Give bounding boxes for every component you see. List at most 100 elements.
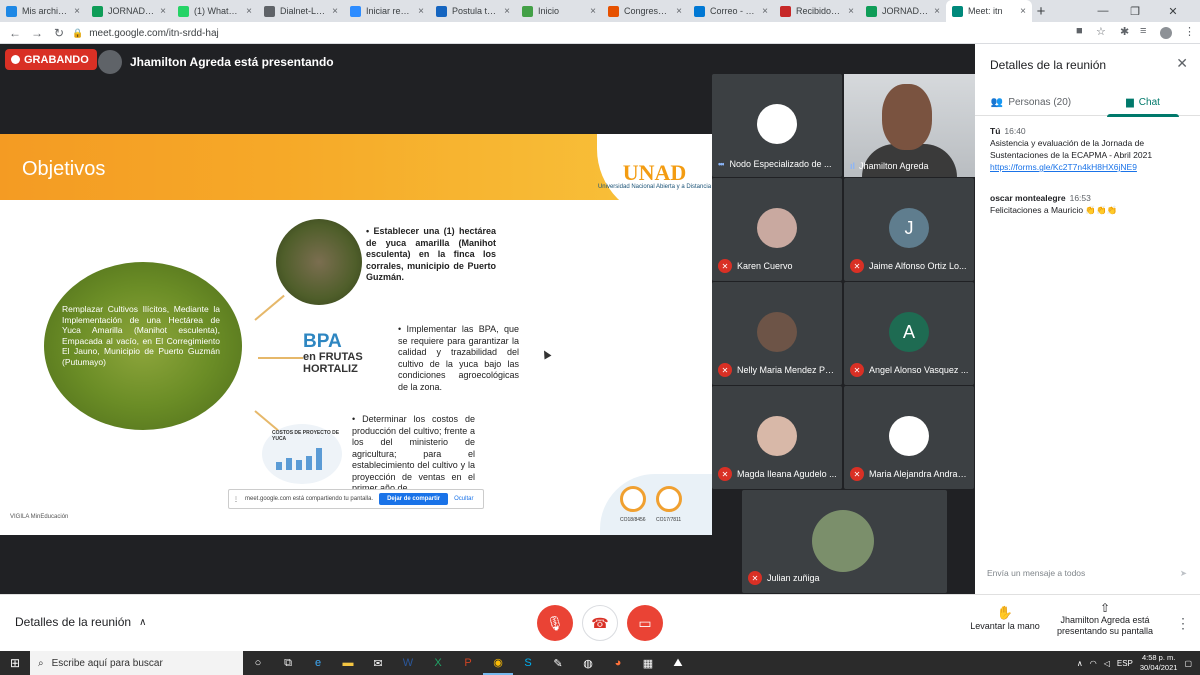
browser-tab[interactable]: Dialnet-LATE × — [258, 0, 344, 22]
browser-tab[interactable]: JORNADA DE × — [860, 0, 946, 22]
task-view-icon[interactable]: ⧉ — [273, 651, 303, 675]
browser-tab[interactable]: Postula tu tra × — [430, 0, 516, 22]
menu-kebab-icon[interactable]: ⋮ — [1184, 25, 1195, 38]
stop-sharing-button[interactable]: Dejar de compartir — [379, 493, 449, 505]
cortana-icon[interactable]: ○ — [243, 651, 273, 675]
new-tab-button[interactable]: + — [1032, 0, 1050, 22]
language-indicator[interactable]: ESP — [1117, 659, 1133, 668]
close-panel-icon[interactable]: ✕ — [1176, 55, 1188, 72]
speaker-icon[interactable]: ◁ — [1104, 659, 1110, 668]
participant-tile[interactable]: ✕ Nelly Maria Mendez Ped... — [712, 282, 842, 385]
browser-tab[interactable]: Recibidos (30 × — [774, 0, 860, 22]
camera-off-button[interactable]: ▭ — [627, 605, 663, 641]
tab-people[interactable]: 👥 Personas (20) — [975, 88, 1087, 116]
hide-notice-button[interactable]: Ocultar — [454, 496, 473, 502]
extensions-icon[interactable]: ✱ — [1120, 25, 1129, 38]
notes-icon[interactable]: ✎ — [543, 651, 573, 675]
mic-muted-icon: ✕ — [850, 363, 864, 377]
connector-line — [258, 357, 303, 359]
forward-icon[interactable]: → — [26, 22, 48, 44]
profile-avatar-icon[interactable] — [1160, 27, 1172, 39]
photos-icon[interactable]: ⛰ — [663, 651, 693, 675]
browser-tab-label: Meet: itn — [968, 6, 1003, 16]
more-options-icon[interactable]: ⋮ — [1176, 615, 1190, 632]
chrome-icon[interactable]: ◉ — [483, 651, 513, 675]
tab-chat[interactable]: ▆ Chat — [1087, 88, 1199, 117]
participant-tile[interactable]: A ✕ Angel Alonso Vasquez ... — [844, 282, 974, 385]
leave-call-button[interactable]: ☎ — [582, 605, 618, 641]
firefox-icon[interactable]: ◕ — [603, 651, 633, 675]
powerpoint-icon[interactable]: P — [453, 651, 483, 675]
presenting-button[interactable]: ⇧ Jhamilton Agreda está presentando su p… — [1048, 602, 1162, 637]
reload-icon[interactable]: ↻ — [48, 22, 70, 44]
bpa-logo: BPA en FRUTAS HORTALIZ — [303, 332, 385, 382]
close-tab-icon[interactable]: × — [160, 6, 166, 17]
address-bar[interactable]: 🔒 meet.google.com/itn-srdd-haj — [72, 25, 1112, 42]
taskbar-search[interactable]: ⌕ Escribe aquí para buscar — [30, 651, 243, 675]
calculator-icon[interactable]: ▦ — [633, 651, 663, 675]
excel-icon[interactable]: X — [423, 651, 453, 675]
close-tab-icon[interactable]: × — [1020, 6, 1026, 17]
participant-tile[interactable]: J ✕ Jaime Alfonso Ortiz Lo... — [844, 178, 974, 281]
close-tab-icon[interactable]: × — [332, 6, 338, 17]
chat-input[interactable]: Envía un mensaje a todos ➤ — [987, 564, 1187, 582]
minimize-button[interactable]: — — [1090, 0, 1116, 22]
participant-tile[interactable]: ✕ Magda Ileana Agudelo ... — [712, 386, 842, 489]
chat-input-placeholder: Envía un mensaje a todos — [987, 568, 1086, 578]
close-tab-icon[interactable]: × — [74, 6, 80, 17]
close-tab-icon[interactable]: × — [246, 6, 252, 17]
browser-tab[interactable]: Meet: itn × — [946, 0, 1032, 22]
tray-chevron-icon[interactable]: ∧ — [1077, 659, 1083, 668]
meeting-details-button[interactable]: Detalles de la reunión ∧ — [15, 615, 146, 629]
browser-tab[interactable]: (1) WhatsApp × — [172, 0, 258, 22]
participant-tile[interactable]: ✕ Julian zuñiga — [742, 490, 947, 593]
maximize-button[interactable]: ❐ — [1122, 0, 1148, 22]
file-explorer-icon[interactable]: ▬ — [333, 651, 363, 675]
close-tab-icon[interactable]: × — [676, 6, 682, 17]
wifi-icon[interactable]: ◠ — [1090, 659, 1097, 668]
browser-tab[interactable]: Congreso Inte × — [602, 0, 688, 22]
crop-photo — [276, 219, 362, 305]
browser-tab[interactable]: JORNADA DE × — [86, 0, 172, 22]
media-control-icon[interactable]: ≡ — [1140, 25, 1146, 37]
close-tab-icon[interactable]: × — [934, 6, 940, 17]
clock[interactable]: 4:58 p. m. 30/04/2021 — [1140, 653, 1178, 673]
raise-hand-button[interactable]: ✋ Levantar la mano — [970, 605, 1040, 631]
participant-tile[interactable]: ✕ Karen Cuervo — [712, 178, 842, 281]
bookmark-star-icon[interactable]: ☆ — [1096, 25, 1106, 38]
edge-icon[interactable]: e — [303, 651, 333, 675]
browser-tab[interactable]: Inicio × — [516, 0, 602, 22]
close-tab-icon[interactable]: × — [590, 6, 596, 17]
skype-icon[interactable]: S — [513, 651, 543, 675]
close-window-button[interactable]: ✕ — [1160, 0, 1186, 22]
audio-dots-icon: ••• — [718, 159, 725, 169]
bpa-logo-line1: BPA — [303, 331, 342, 352]
bpa-logo-line2: en FRUTAS — [303, 351, 363, 363]
chat-link[interactable]: https://forms.gle/Kc2T7n4kH8HX6jNE9 — [990, 161, 1190, 173]
send-icon[interactable]: ➤ — [1180, 568, 1187, 579]
notifications-icon[interactable]: ▢ — [1184, 659, 1192, 668]
participant-video-jhamilton[interactable]: ıl Jhamilton Agreda — [844, 74, 975, 177]
tab-favicon-icon — [522, 5, 533, 17]
close-tab-icon[interactable]: × — [848, 6, 854, 17]
network-drive-icon[interactable]: ◍ — [573, 651, 603, 675]
browser-tab[interactable]: Correo - Univ × — [688, 0, 774, 22]
mic-off-button[interactable]: 🎙 — [537, 605, 573, 641]
windows-start-icon[interactable]: ⊞ — [0, 651, 30, 675]
back-icon[interactable]: ← — [4, 22, 26, 44]
browser-tab[interactable]: Iniciar reunió × — [344, 0, 430, 22]
participant-tile[interactable]: ✕ Maria Alejandra Andrad... — [844, 386, 974, 489]
close-tab-icon[interactable]: × — [504, 6, 510, 17]
participant-name: ✕ Maria Alejandra Andrad... — [850, 467, 970, 481]
participant-tile[interactable]: ••• Nodo Especializado de ... — [712, 74, 842, 177]
meeting-details-panel: Detalles de la reunión ✕ 👥 Personas (20)… — [975, 44, 1200, 594]
chat-time: 16:53 — [1069, 193, 1091, 203]
participant-name-text: Magda Ileana Agudelo ... — [737, 469, 837, 479]
camera-icon[interactable]: ■ — [1076, 25, 1083, 37]
close-tab-icon[interactable]: × — [418, 6, 424, 17]
word-icon[interactable]: W — [393, 651, 423, 675]
browser-tab[interactable]: Mis archivos × — [0, 0, 86, 22]
screen-share-notice: ⋮ meet.google.com está compartiendo tu p… — [228, 489, 484, 509]
mail-icon[interactable]: ✉ — [363, 651, 393, 675]
close-tab-icon[interactable]: × — [762, 6, 768, 17]
